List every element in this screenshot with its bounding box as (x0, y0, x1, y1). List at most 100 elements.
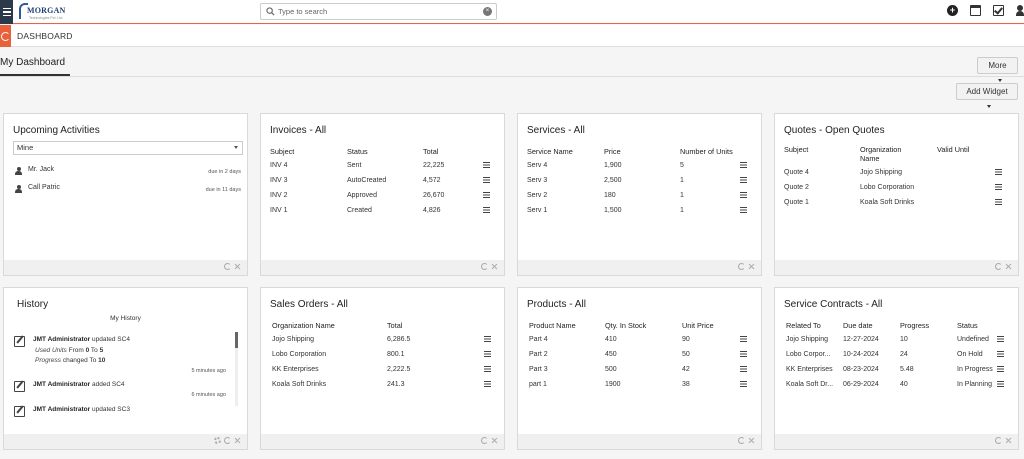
list-icon[interactable] (740, 366, 747, 372)
menu-icon[interactable] (0, 0, 13, 24)
table-row[interactable]: INV 4 Sent 22,225 (270, 162, 497, 177)
table-row[interactable]: INV 1 Created 4,826 (270, 207, 497, 222)
refresh-icon[interactable] (738, 437, 745, 444)
table-row[interactable]: Serv 4 1,900 5 (527, 162, 754, 177)
table-row[interactable]: KK Enterprises 2,222.5 (272, 366, 498, 381)
column-header[interactable]: Subject (270, 147, 347, 162)
column-header[interactable]: Service Name (527, 147, 604, 162)
list-icon[interactable] (740, 162, 747, 168)
list-icon[interactable] (740, 177, 747, 183)
list-icon[interactable] (740, 192, 747, 198)
column-header[interactable]: Number of Units (680, 147, 740, 162)
table-row[interactable]: Quote 4 Jojo Shipping (784, 169, 1011, 184)
list-icon[interactable] (997, 366, 1004, 372)
close-icon[interactable] (234, 263, 241, 270)
table-row[interactable]: Koala Soft Dr... 06-29-2024 40 In Planning (786, 381, 1009, 396)
scrollbar-thumb[interactable] (235, 332, 238, 348)
clear-search-icon[interactable]: × (483, 7, 492, 16)
tasks-icon[interactable] (993, 5, 1004, 16)
cell[interactable]: Quote 4 (784, 169, 860, 184)
table-row[interactable]: Serv 3 2,500 1 (527, 177, 754, 192)
close-icon[interactable] (1005, 437, 1012, 444)
history-user[interactable]: JMT Administrator (33, 406, 90, 413)
list-icon[interactable] (484, 336, 491, 342)
table-row[interactable]: Lobo Corporation 800.1 (272, 351, 498, 366)
cell[interactable]: Serv 3 (527, 177, 604, 192)
close-icon[interactable] (748, 437, 755, 444)
list-icon[interactable] (483, 177, 490, 183)
dashboard-icon[interactable] (0, 25, 11, 47)
table-row[interactable]: Part 3 500 42 (529, 366, 754, 381)
cell[interactable]: INV 2 (270, 192, 347, 207)
gear-icon[interactable] (214, 437, 221, 444)
list-icon[interactable] (740, 381, 747, 387)
column-header[interactable]: Organization Name (272, 321, 387, 336)
list-icon[interactable] (483, 162, 490, 168)
list-icon[interactable] (740, 207, 747, 213)
cell[interactable]: KK Enterprises (272, 366, 387, 381)
activity-name[interactable]: Call Patric (28, 184, 60, 191)
cell[interactable]: Serv 2 (527, 192, 604, 207)
history-user[interactable]: JMT Administrator (33, 336, 90, 343)
list-icon[interactable] (740, 351, 747, 357)
refresh-icon[interactable] (224, 263, 231, 270)
list-icon[interactable] (484, 351, 491, 357)
cell[interactable]: Lobo Corpor... (786, 351, 843, 366)
cell[interactable]: Koala Soft Dr... (786, 381, 843, 396)
close-icon[interactable] (1005, 263, 1012, 270)
user-icon[interactable] (1016, 5, 1024, 16)
refresh-icon[interactable] (738, 263, 745, 270)
calendar-icon[interactable] (970, 5, 981, 16)
refresh-icon[interactable] (995, 263, 1002, 270)
more-button[interactable]: More (977, 57, 1018, 83)
quick-create-icon[interactable]: + (947, 5, 958, 16)
list-icon[interactable] (995, 184, 1002, 190)
close-icon[interactable] (748, 263, 755, 270)
list-icon[interactable] (997, 381, 1004, 387)
list-icon[interactable] (997, 351, 1004, 357)
cell[interactable]: INV 3 (270, 177, 347, 192)
activity-name[interactable]: Mr. Jack (28, 166, 54, 173)
list-icon[interactable] (740, 336, 747, 342)
close-icon[interactable] (234, 437, 241, 444)
refresh-icon[interactable] (224, 437, 231, 444)
cell[interactable]: Part 3 (529, 366, 605, 381)
refresh-icon[interactable] (481, 437, 488, 444)
list-icon[interactable] (483, 192, 490, 198)
refresh-icon[interactable] (481, 263, 488, 270)
cell[interactable]: Part 2 (529, 351, 605, 366)
column-header[interactable]: Status (957, 321, 997, 336)
column-header[interactable]: Status (347, 147, 423, 162)
list-icon[interactable] (995, 199, 1002, 205)
table-row[interactable]: Quote 1 Koala Soft Drinks (784, 199, 1011, 214)
column-header[interactable]: Qty. In Stock (605, 321, 682, 336)
cell[interactable]: part 1 (529, 381, 605, 396)
list-icon[interactable] (995, 169, 1002, 175)
table-row[interactable]: Koala Soft Drinks 241.3 (272, 381, 498, 396)
company-logo[interactable]: MORGAN Technologies Pvt. Ltd. (19, 2, 75, 22)
table-row[interactable]: INV 2 Approved 26,670 (270, 192, 497, 207)
search-input[interactable] (278, 5, 478, 18)
column-header[interactable]: Unit Price (682, 321, 740, 336)
table-row[interactable]: Serv 1 1,500 1 (527, 207, 754, 222)
tab-my-dashboard[interactable]: My Dashboard (0, 57, 65, 68)
cell[interactable]: Serv 4 (527, 162, 604, 177)
refresh-icon[interactable] (995, 437, 1002, 444)
column-header[interactable]: Price (604, 147, 680, 162)
table-row[interactable]: Part 4 410 90 (529, 336, 754, 351)
table-row[interactable]: Lobo Corpor... 10-24-2024 24 On Hold (786, 351, 1009, 366)
cell[interactable]: Quote 2 (784, 184, 860, 199)
list-icon[interactable] (484, 381, 491, 387)
table-row[interactable]: Part 2 450 50 (529, 351, 754, 366)
close-icon[interactable] (491, 437, 498, 444)
cell[interactable]: KK Enterprises (786, 366, 843, 381)
column-header[interactable]: Total (387, 321, 484, 336)
cell[interactable]: Jojo Shipping (272, 336, 387, 351)
column-header[interactable]: Due date (843, 321, 900, 336)
activity-filter-select[interactable]: Mine (13, 141, 243, 155)
column-header[interactable]: Related To (786, 321, 843, 336)
history-scrollbar[interactable] (235, 332, 238, 406)
table-row[interactable]: Jojo Shipping 6,286.5 (272, 336, 498, 351)
list-icon[interactable] (483, 207, 490, 213)
cell[interactable]: INV 4 (270, 162, 347, 177)
